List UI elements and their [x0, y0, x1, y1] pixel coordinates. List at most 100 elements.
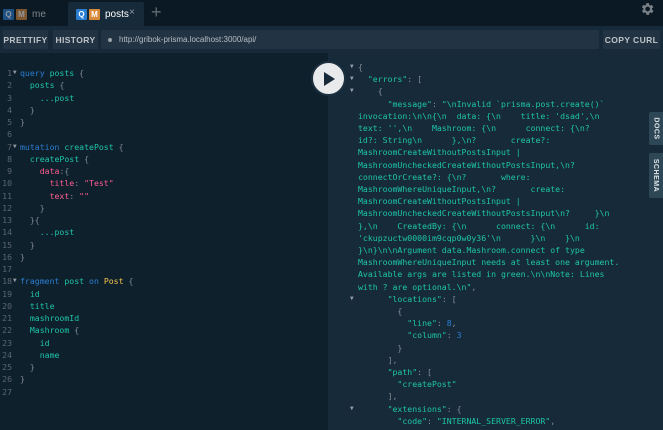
query-line: 20 title: [0, 300, 328, 312]
line-code: id: [20, 337, 50, 349]
tab-label: me: [32, 8, 46, 20]
code-token: id: [20, 288, 40, 299]
line-code: invocation:\n\n{\n data: {\n title: 'dsa…: [358, 110, 600, 122]
fold-arrow-icon[interactable]: ▼: [13, 67, 17, 79]
prettify-button[interactable]: PRETTIFY: [3, 30, 48, 49]
code-token: :: [431, 98, 442, 109]
code-token: :: [446, 330, 457, 341]
line-code: mutation createPost {: [20, 141, 124, 153]
tab-posts[interactable]: Q M posts ×: [68, 2, 144, 26]
copy-curl-button[interactable]: COPY CURL: [603, 30, 660, 49]
fold-arrow-icon[interactable]: ▼: [13, 141, 17, 153]
line-code: },\n CreatedBy: {\n connect: {\n id:: [358, 220, 600, 232]
query-line: 3 ...post: [0, 92, 328, 104]
line-code: "message": "\nInvalid `prisma.post.creat…: [358, 98, 605, 110]
fold-arrow-icon[interactable]: ▼: [350, 293, 354, 305]
result-line: }\n}\n\nArgument data.Mashroom.connect o…: [328, 244, 648, 256]
result-line: MashroomUncheckedCreateWithoutPostsInput…: [328, 159, 648, 171]
line-code: "extensions": {: [358, 403, 462, 415]
result-line: ▼{: [328, 61, 648, 73]
code-token: {: [358, 306, 403, 316]
result-line: "column": 3: [328, 329, 648, 341]
code-token: ...post: [39, 227, 75, 238]
code-token: : {: [446, 403, 462, 414]
code-token: 'ckupzuctw0000im9cqp0w0y36'\n }\n }\n: [358, 232, 580, 243]
code-token: }{: [20, 215, 40, 225]
result-line: ],: [328, 390, 648, 402]
code-token: on: [84, 276, 104, 287]
code-token: invocation:\n\n{\n data: {\n title: 'dsa…: [358, 110, 600, 121]
line-code: ...post: [20, 226, 75, 238]
code-token: Mashroom: [20, 325, 70, 336]
code-token: "code": [358, 415, 428, 426]
line-code: posts {: [20, 79, 65, 91]
fold-arrow-icon[interactable]: ▼: [350, 73, 354, 85]
code-token: MashroomCreateWithoutPostsInput |: [358, 196, 521, 207]
line-number: 23: [2, 337, 12, 348]
result-line: invocation:\n\n{\n data: {\n title: 'dsa…: [328, 110, 648, 122]
code-token: ,: [451, 318, 457, 329]
code-token: }: [20, 374, 25, 385]
fold-arrow-icon[interactable]: ▼: [350, 85, 354, 97]
code-token: :: [436, 318, 447, 329]
tab-me[interactable]: Q M me: [0, 2, 62, 26]
line-code: text: "": [20, 190, 89, 202]
endpoint-url-field[interactable]: http://gribok-prisma.localhost:3000/api/: [101, 30, 599, 49]
query-line: 2 posts {: [0, 79, 328, 91]
line-code: MashroomUncheckedCreateWithoutPostsInput…: [358, 159, 575, 171]
fold-arrow-icon[interactable]: ▼: [350, 403, 354, 415]
line-code: id: [20, 288, 40, 300]
code-token: fragment: [20, 276, 65, 287]
line-number: 12: [2, 202, 12, 213]
line-number: 10: [2, 178, 12, 189]
query-line: 4 }: [0, 104, 328, 116]
code-token: }: [20, 104, 35, 115]
line-number: 5: [7, 117, 12, 127]
code-token: mutation: [20, 141, 65, 152]
query-line: 18 ▼ fragment post on Post {: [0, 275, 328, 287]
line-number: 8: [7, 153, 12, 164]
history-button[interactable]: HISTORY: [53, 30, 98, 49]
code-token: },\n CreatedBy: {\n connect: {\n id:: [358, 220, 600, 231]
line-number: 3: [7, 92, 12, 103]
query-editor[interactable]: 1 ▼ query posts {2 posts {3 ...post 4 } 5} 6 7…: [0, 53, 328, 430]
query-line: 23 id: [0, 337, 328, 349]
code-token: "column": [358, 330, 447, 341]
result-line: ▼ "extensions": {: [328, 403, 648, 415]
result-line: "path": [: [328, 366, 648, 378]
line-code: MashroomWhereUniqueInput,\n? create:: [358, 183, 565, 195]
line-code: mashroomId: [20, 312, 79, 324]
line-number: 2: [7, 80, 12, 91]
line-number: 11: [2, 190, 12, 201]
line-code: }: [358, 342, 402, 354]
line-code: }\n}\n\nArgument data.Mashroom.connect o…: [358, 244, 585, 256]
line-code: MashroomUncheckedCreateWithoutPostsInput…: [358, 207, 609, 219]
code-token: :: [427, 415, 437, 426]
docs-tab[interactable]: DOCS: [649, 112, 663, 145]
query-line: 27: [0, 386, 328, 398]
line-code: {: [358, 85, 383, 97]
line-number: 21: [2, 313, 12, 323]
gear-icon[interactable]: [639, 1, 655, 17]
code-token: Available args are listed in green.\n\nN…: [358, 269, 605, 280]
fold-arrow-icon[interactable]: ▼: [13, 275, 17, 287]
result-line: MashroomCreateWithoutPostsInput |: [328, 146, 648, 158]
result-line: "message": "\nInvalid `prisma.post.creat…: [328, 98, 648, 110]
code-token: ,: [550, 415, 556, 426]
line-code: ...post: [20, 92, 75, 104]
fold-arrow-icon[interactable]: ▼: [350, 61, 354, 73]
line-number: 7: [7, 141, 12, 152]
line-code: }: [20, 239, 35, 251]
add-tab-button[interactable]: +: [151, 3, 162, 21]
code-token: {: [358, 86, 383, 97]
code-token: "message": [358, 98, 432, 109]
result-line: MashroomCreateWithoutPostsInput |: [328, 195, 648, 207]
code-token: title: [20, 300, 55, 311]
schema-tab[interactable]: SCHEMA: [649, 153, 663, 198]
execute-query-button[interactable]: [311, 61, 346, 96]
code-token: connectOrCreate?: {\n? where:: [358, 171, 531, 182]
close-icon[interactable]: ×: [129, 8, 135, 18]
result-viewer[interactable]: ▼{▼ "errors": [▼ { "message": "\nInvalid…: [328, 53, 663, 430]
code-token: ],: [358, 391, 398, 402]
